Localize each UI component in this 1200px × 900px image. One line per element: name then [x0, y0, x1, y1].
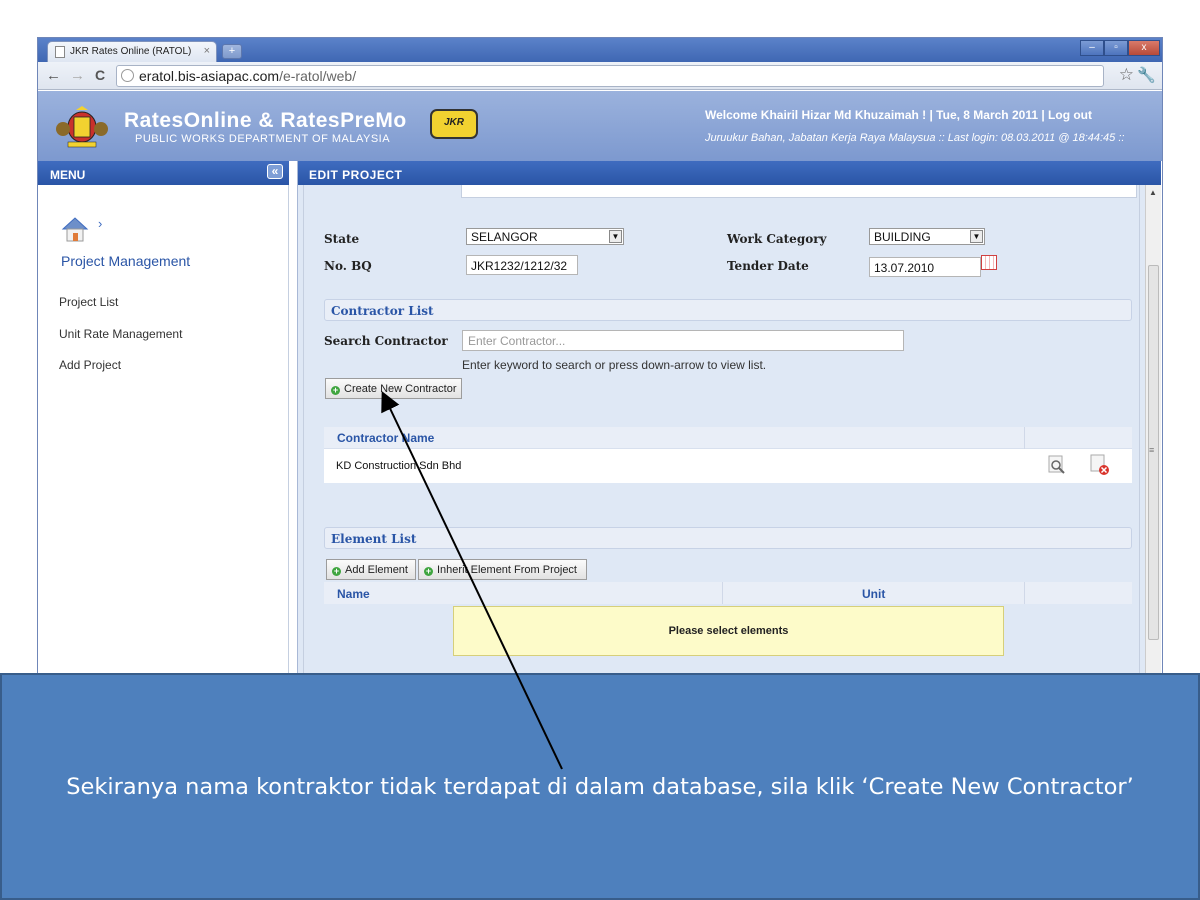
url-path: /e-ratol/web/ [279, 68, 357, 84]
sidebar-item-add-project[interactable]: Add Project [59, 358, 121, 372]
browser-toolbar: ← → C eratol.bis-asiapac.com/e-ratol/web… [38, 62, 1162, 90]
work-category-select[interactable]: BUILDING ▼ [869, 228, 985, 245]
element-table-header: Name Unit [324, 582, 1132, 604]
minimize-button[interactable]: – [1080, 40, 1104, 56]
panel-title: EDIT PROJECT [298, 161, 1161, 185]
table-row[interactable]: KD Construction Sdn Bhd [324, 449, 1132, 483]
no-bq-field[interactable]: JKR1232/1212/32 [466, 255, 578, 275]
state-select[interactable]: SELANGOR ▼ [466, 228, 624, 245]
plus-icon: + [331, 385, 340, 395]
element-table-body: Please select elements [324, 604, 1132, 658]
contractor-name-cell: KD Construction Sdn Bhd [336, 460, 462, 472]
wrench-icon[interactable]: 🔧 [1137, 66, 1156, 84]
tender-date-label: Tender Date [727, 259, 809, 273]
new-tab-button[interactable]: + [222, 44, 242, 59]
state-label: State [324, 232, 360, 246]
add-element-button[interactable]: + Add Element [326, 559, 416, 580]
breadcrumb-chevron-icon: › [98, 216, 103, 231]
scroll-up-icon[interactable]: ▲ [1149, 188, 1157, 197]
column-divider [1024, 427, 1025, 449]
work-category-label: Work Category [727, 232, 827, 246]
empty-notice: Please select elements [453, 606, 1004, 656]
create-new-contractor-button[interactable]: + Create New Contractor [325, 378, 462, 399]
unit-column-header: Unit [862, 587, 886, 601]
scrollbar[interactable]: ▲ ≡ [1145, 185, 1161, 696]
section-title: Project Management [61, 253, 191, 269]
address-bar[interactable]: eratol.bis-asiapac.com/e-ratol/web/ [116, 65, 1104, 87]
create-contractor-label: Create New Contractor [344, 383, 457, 395]
jkr-logo: JKR [430, 109, 478, 139]
column-divider [1024, 582, 1025, 604]
no-bq-label: No. BQ [324, 259, 372, 273]
tender-date-field[interactable]: 13.07.2010 [869, 257, 981, 277]
plus-icon: + [332, 566, 341, 576]
main-panel: EDIT PROJECT State SELANGOR ▼ No. BQ JKR… [297, 161, 1161, 696]
tab-title: JKR Rates Online (RATOL) [70, 46, 192, 57]
sidebar: MENU « › Project Management Project List… [38, 161, 289, 696]
delete-icon[interactable] [1090, 454, 1110, 476]
maximize-button[interactable]: ▫ [1104, 40, 1128, 56]
calendar-icon[interactable] [981, 255, 997, 270]
forward-icon[interactable]: → [70, 67, 85, 84]
top-strip [461, 185, 1137, 198]
search-contractor-input[interactable]: Enter Contractor... [462, 330, 904, 351]
app-subtitle: PUBLIC WORKS DEPARTMENT OF MALAYSIA [135, 133, 391, 145]
element-table: Name Unit Please select elements [324, 582, 1132, 662]
dropdown-arrow-icon[interactable]: ▼ [970, 230, 983, 243]
tab-close-icon[interactable]: × [204, 45, 210, 57]
collapse-icon[interactable]: « [267, 164, 283, 179]
browser-tab[interactable]: JKR Rates Online (RATOL) × [47, 41, 217, 62]
welcome-text[interactable]: Welcome Khairil Hizar Md Khuzaimah ! | T… [705, 108, 1092, 122]
inherit-element-label: Inherit Element From Project [437, 564, 577, 576]
search-hint: Enter keyword to search or press down-ar… [462, 358, 767, 372]
menu-header: MENU « [38, 161, 289, 185]
back-icon[interactable]: ← [46, 67, 61, 84]
reload-icon[interactable]: C [95, 67, 105, 83]
url-domain: eratol.bis-asiapac.com [139, 68, 280, 84]
dropdown-arrow-icon[interactable]: ▼ [609, 230, 622, 243]
globe-icon [121, 69, 134, 82]
plus-icon: + [424, 566, 433, 576]
sidebar-item-project-list[interactable]: Project List [59, 295, 118, 309]
close-window-button[interactable]: x [1128, 40, 1160, 56]
column-divider [722, 582, 723, 604]
contractor-table: Contractor Name KD Construction Sdn Bhd [324, 427, 1132, 483]
element-list-section: Element List [324, 527, 1132, 549]
caption-box: Sekiranya nama kontraktor tidak terdapat… [0, 673, 1200, 900]
name-column-header: Name [337, 587, 370, 601]
last-login-text: Juruukur Bahan, Jabatan Kerja Raya Malay… [705, 132, 1125, 144]
contractor-name-header: Contractor Name [324, 427, 1132, 449]
browser-window: JKR Rates Online (RATOL) × + – ▫ x ← → C… [37, 37, 1163, 697]
work-category-value: BUILDING [874, 230, 931, 244]
inherit-element-button[interactable]: + Inherit Element From Project [418, 559, 587, 580]
page-icon [55, 46, 65, 58]
crest-icon [56, 106, 108, 148]
app-title: RatesOnline & RatesPreMo [124, 109, 407, 132]
app-header: RatesOnline & RatesPreMo PUBLIC WORKS DE… [38, 91, 1162, 161]
browser-titlebar: JKR Rates Online (RATOL) × + – ▫ x [38, 38, 1162, 62]
menu-label: MENU [50, 168, 86, 182]
home-icon[interactable] [60, 215, 90, 243]
magnifier-icon[interactable] [1048, 455, 1066, 475]
contractor-list-section: Contractor List [324, 299, 1132, 321]
sidebar-item-unit-rate[interactable]: Unit Rate Management [59, 327, 182, 341]
search-contractor-label: Search Contractor [324, 334, 448, 348]
edit-project-form: State SELANGOR ▼ No. BQ JKR1232/1212/32 … [303, 185, 1140, 696]
scroll-grip-icon: ≡ [1149, 445, 1155, 455]
slide: JKR Rates Online (RATOL) × + – ▫ x ← → C… [0, 0, 1200, 900]
caption-text: Sekiranya nama kontraktor tidak terdapat… [66, 774, 1134, 800]
add-element-label: Add Element [345, 564, 408, 576]
state-value: SELANGOR [471, 230, 538, 244]
bookmark-star-icon[interactable]: ☆ [1119, 65, 1134, 85]
